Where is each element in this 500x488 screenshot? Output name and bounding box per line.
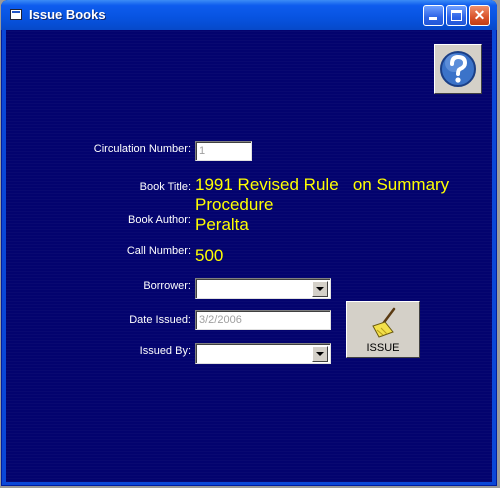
book-author-label: Book Author: [128,214,191,226]
broom-icon [372,307,396,338]
minimize-button[interactable] [423,5,444,26]
book-title-label: Book Title: [139,181,191,193]
chevron-down-icon[interactable] [312,281,328,297]
call-number-value: 500 [195,246,224,265]
help-button[interactable] [434,44,482,94]
issued-by-combo[interactable] [195,343,331,364]
borrower-label: Borrower: [143,280,191,292]
date-issued-field[interactable]: 3/2/2006 [195,310,331,330]
issue-books-window: Issue Books ✕ Circulation Number: 1 Book… [1,0,497,486]
borrower-combo[interactable] [195,278,331,299]
circulation-number-label: Circulation Number: [93,143,191,155]
issue-button-label: ISSUE [366,342,400,354]
issued-by-label: Issued By: [139,345,191,357]
minimize-icon [429,17,437,20]
call-number-label: Call Number: [126,245,191,257]
close-button[interactable]: ✕ [469,5,490,26]
window-title: Issue Books [29,7,106,22]
book-title-value: 1991 Revised Rule on Summary Procedure [195,175,485,215]
maximize-icon [451,10,462,21]
circulation-number-field[interactable]: 1 [195,141,252,161]
form-area: Circulation Number: 1 Book Title: 1991 R… [6,30,492,482]
book-title-line-2: Procedure [195,195,274,214]
title-bar[interactable]: Issue Books ✕ [1,0,497,30]
book-author-value: Peralta [195,215,249,234]
date-issued-label: Date Issued: [129,314,191,326]
book-title-line-1: 1991 Revised Rule on Summary [195,175,450,194]
chevron-down-icon[interactable] [312,346,328,362]
question-mark-icon [440,51,476,87]
maximize-button[interactable] [446,5,467,26]
document-icon [10,9,22,20]
close-icon: ✕ [473,7,486,23]
issue-button[interactable]: ISSUE [346,301,420,358]
